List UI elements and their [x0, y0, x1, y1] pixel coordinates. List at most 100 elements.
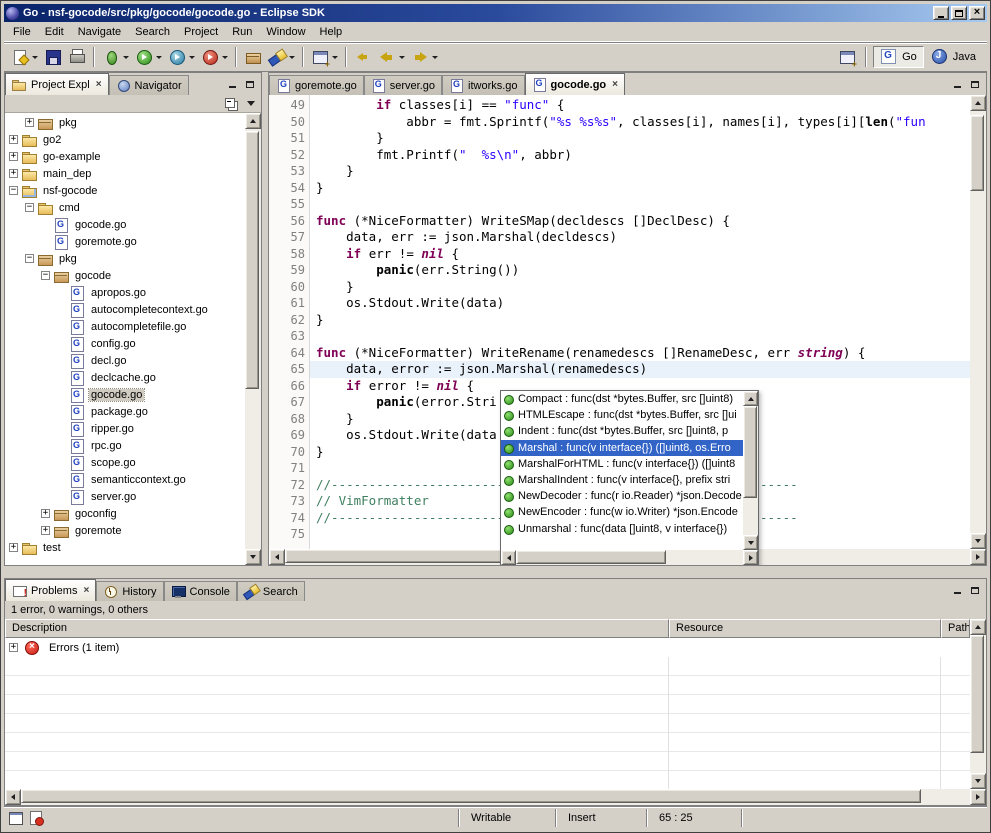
scrollbar-track[interactable]	[970, 111, 986, 533]
debug-button[interactable]	[99, 45, 132, 69]
completion-item-marshalforhtml[interactable]: MarshalForHTML : func(v interface{}) ([]…	[501, 456, 743, 472]
tree-item-test[interactable]: +test	[5, 539, 245, 556]
column-header-description[interactable]: Description	[5, 619, 669, 638]
tree-item-gocode-go[interactable]: gocode.go	[5, 386, 245, 403]
scroll-down-button[interactable]	[970, 773, 986, 789]
scrollbar-track[interactable]	[743, 406, 758, 535]
scrollbar-thumb[interactable]	[970, 115, 984, 191]
print-button[interactable]	[65, 45, 89, 69]
open-type-dropdown-arrow[interactable]	[332, 56, 338, 59]
completion-item-marshalindent[interactable]: MarshalIndent : func(v interface{}, pref…	[501, 472, 743, 488]
run-last-tool-dropdown-arrow[interactable]	[189, 56, 195, 59]
editor-vertical-scrollbar[interactable]	[970, 95, 986, 549]
error-log-icon[interactable]	[27, 810, 45, 826]
menu-window[interactable]: Window	[259, 23, 312, 41]
expand-toggle[interactable]: +	[41, 526, 50, 535]
completion-item-indent[interactable]: Indent : func(dst *bytes.Buffer, src []u…	[501, 423, 743, 439]
popup-vertical-scrollbar[interactable]	[743, 391, 758, 550]
external-tools-button[interactable]	[198, 45, 231, 69]
completion-item-newencoder[interactable]: NewEncoder : func(w io.Writer) *json.Enc…	[501, 504, 743, 520]
new-wizard-dropdown-arrow[interactable]	[32, 56, 38, 59]
code-line[interactable]: }	[316, 312, 970, 329]
tab-close-icon[interactable]: ×	[612, 79, 618, 90]
scroll-left-button[interactable]	[269, 549, 285, 565]
debug-dropdown-arrow[interactable]	[123, 56, 129, 59]
scroll-up-button[interactable]	[245, 113, 261, 129]
tree-item-goremote-go[interactable]: goremote.go	[5, 233, 245, 250]
search-dropdown-arrow[interactable]	[289, 56, 295, 59]
open-perspective-button[interactable]	[835, 45, 859, 69]
editor-minimize-button[interactable]	[948, 77, 966, 92]
code-line[interactable]: os.Stdout.Write(data)	[316, 295, 970, 312]
problems-row-errors-1-item[interactable]: +Errors (1 item)	[5, 638, 970, 657]
tab-project-expl[interactable]: Project Expl×	[5, 73, 109, 95]
back-dropdown-arrow[interactable]	[399, 56, 405, 59]
panel-maximize-button[interactable]	[241, 77, 259, 92]
tree-item-scope-go[interactable]: scope.go	[5, 454, 245, 471]
back-button[interactable]	[375, 45, 408, 69]
horizontal-sash[interactable]	[4, 566, 987, 578]
tree-item-autocompletecontext-go[interactable]: autocompletecontext.go	[5, 301, 245, 318]
code-line[interactable]: abbr = fmt.Sprintf("%s %s%s", classes[i]…	[316, 114, 970, 131]
maximize-button[interactable]	[951, 6, 967, 20]
completion-item-compact[interactable]: Compact : func(dst *bytes.Buffer, src []…	[501, 391, 743, 407]
menu-navigate[interactable]: Navigate	[71, 23, 128, 41]
bottom-minimize-button[interactable]	[948, 583, 966, 598]
menu-file[interactable]: File	[6, 23, 38, 41]
tree-item-decl-go[interactable]: decl.go	[5, 352, 245, 369]
code-line[interactable]: if err != nil {	[316, 246, 970, 263]
titlebar[interactable]: Go - nsf-gocode/src/pkg/gocode/gocode.go…	[4, 4, 987, 22]
minimize-button[interactable]	[933, 6, 949, 20]
scrollbar-track[interactable]	[245, 129, 261, 549]
scroll-up-button[interactable]	[743, 391, 758, 406]
scroll-down-button[interactable]	[245, 549, 261, 565]
menu-project[interactable]: Project	[177, 23, 225, 41]
tab-close-icon[interactable]: ×	[96, 79, 102, 90]
tree-item-goremote[interactable]: +goremote	[5, 522, 245, 539]
menu-edit[interactable]: Edit	[38, 23, 71, 41]
expand-toggle[interactable]: +	[9, 543, 18, 552]
tree-item-package-go[interactable]: package.go	[5, 403, 245, 420]
collapse-toggle[interactable]: −	[25, 203, 34, 212]
expand-toggle[interactable]: +	[9, 152, 18, 161]
popup-horizontal-scrollbar[interactable]	[501, 550, 758, 565]
code-line[interactable]: }	[316, 163, 970, 180]
tab-navigator[interactable]: Navigator	[109, 75, 189, 95]
tab-gocode-go[interactable]: gocode.go×	[525, 73, 625, 95]
last-edit-location-button[interactable]	[351, 45, 375, 69]
code-line[interactable]: }	[316, 180, 970, 197]
completion-item-marshal[interactable]: Marshal : func(v interface{}) ([]uint8, …	[501, 440, 743, 456]
tab-server-go[interactable]: server.go	[364, 75, 442, 95]
completion-item-newdecoder[interactable]: NewDecoder : func(r io.Reader) *json.Dec…	[501, 488, 743, 504]
tree-item-nsf-gocode[interactable]: −nsf-gocode	[5, 182, 245, 199]
tab-itworks-go[interactable]: itworks.go	[442, 75, 525, 95]
scrollbar-track[interactable]	[516, 550, 743, 565]
run-last-tool-button[interactable]	[165, 45, 198, 69]
scrollbar-thumb[interactable]	[516, 550, 666, 564]
forward-dropdown-arrow[interactable]	[432, 56, 438, 59]
code-line[interactable]: func (*NiceFormatter) WriteRename(rename…	[316, 345, 970, 362]
scroll-right-button[interactable]	[970, 789, 986, 805]
collapse-all-icon[interactable]	[225, 98, 239, 110]
tab-goremote-go[interactable]: goremote.go	[269, 75, 364, 95]
tree-item-ripper-go[interactable]: ripper.go	[5, 420, 245, 437]
tab-console[interactable]: Console	[164, 581, 237, 601]
tree-item-apropos-go[interactable]: apropos.go	[5, 284, 245, 301]
code-line[interactable]: fmt.Printf(" %s\n", abbr)	[316, 147, 970, 164]
completion-item-unmarshal[interactable]: Unmarshal : func(data []uint8, v interfa…	[501, 521, 743, 537]
scrollbar-thumb[interactable]	[21, 789, 921, 803]
tab-problems[interactable]: Problems×	[5, 579, 96, 601]
scrollbar-thumb[interactable]	[743, 406, 757, 498]
code-line[interactable]: }	[316, 279, 970, 296]
forward-button[interactable]	[408, 45, 441, 69]
scroll-up-button[interactable]	[970, 619, 986, 635]
tab-history[interactable]: History	[96, 581, 163, 601]
column-header-resource[interactable]: Resource	[669, 619, 941, 638]
collapse-toggle[interactable]: −	[25, 254, 34, 263]
code-line[interactable]: data, err := json.Marshal(decldescs)	[316, 229, 970, 246]
completion-item-htmlescape[interactable]: HTMLEscape : func(dst *bytes.Buffer, src…	[501, 407, 743, 423]
tree-item-pkg[interactable]: −pkg	[5, 250, 245, 267]
menu-help[interactable]: Help	[313, 23, 350, 41]
tree-item-pkg[interactable]: +pkg	[5, 114, 245, 131]
new-wizard-button[interactable]	[8, 45, 41, 69]
